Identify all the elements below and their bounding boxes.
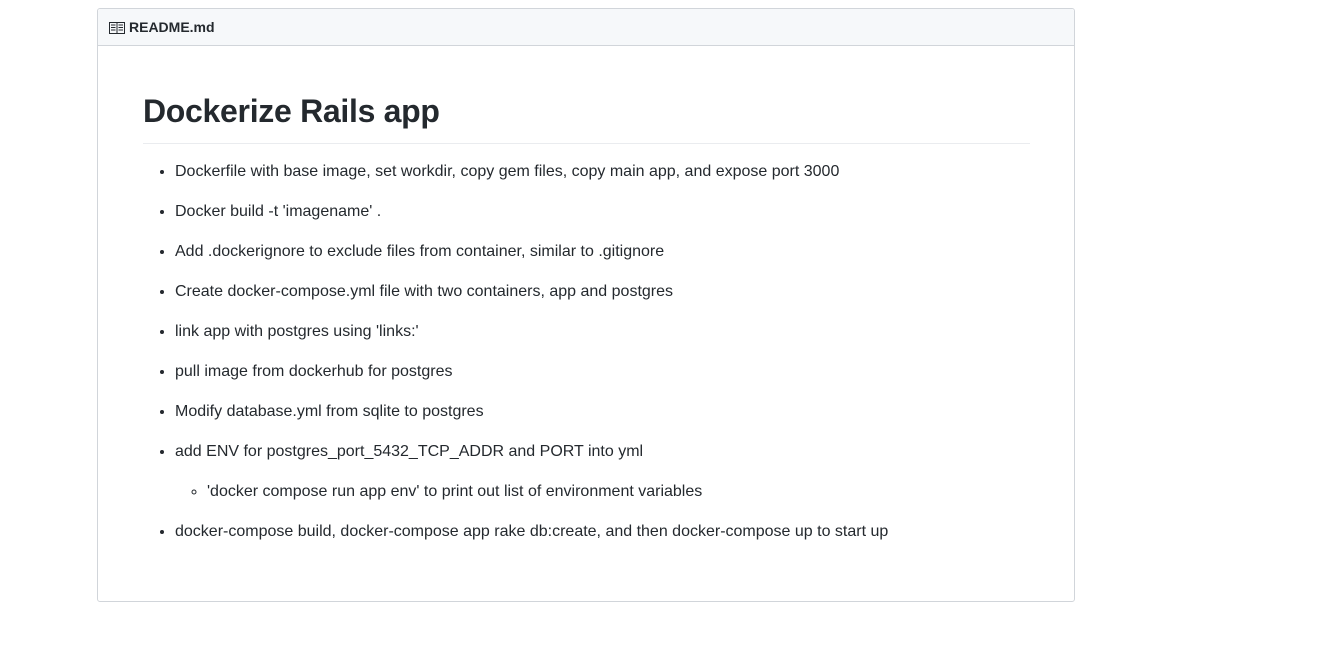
readme-body: Dockerize Rails app Dockerfile with base… — [98, 46, 1074, 544]
readme-title: Dockerize Rails app — [143, 91, 1030, 144]
list-item: link app with postgres using 'links:' — [175, 320, 1030, 344]
list-item-with-sublist: add ENV for postgres_port_5432_TCP_ADDR … — [175, 440, 1030, 504]
readme-list: Dockerfile with base image, set workdir,… — [143, 160, 1030, 544]
readme-header: README.md — [98, 9, 1074, 46]
list-item: docker-compose build, docker-compose app… — [175, 520, 1030, 544]
list-item: Docker build -t 'imagename' . — [175, 200, 1030, 224]
sub-list-item: 'docker compose run app env' to print ou… — [207, 480, 1030, 504]
list-item: pull image from dockerhub for postgres — [175, 360, 1030, 384]
list-item: Create docker-compose.yml file with two … — [175, 280, 1030, 304]
readme-filename: README.md — [129, 19, 215, 35]
sub-list: 'docker compose run app env' to print ou… — [175, 480, 1030, 504]
list-item-text: add ENV for postgres_port_5432_TCP_ADDR … — [175, 443, 644, 460]
list-item: Dockerfile with base image, set workdir,… — [175, 160, 1030, 184]
list-item: Add .dockerignore to exclude files from … — [175, 240, 1030, 264]
list-item: Modify database.yml from sqlite to postg… — [175, 400, 1030, 424]
book-icon — [109, 21, 125, 34]
readme-panel: README.md Dockerize Rails app Dockerfile… — [97, 8, 1075, 602]
